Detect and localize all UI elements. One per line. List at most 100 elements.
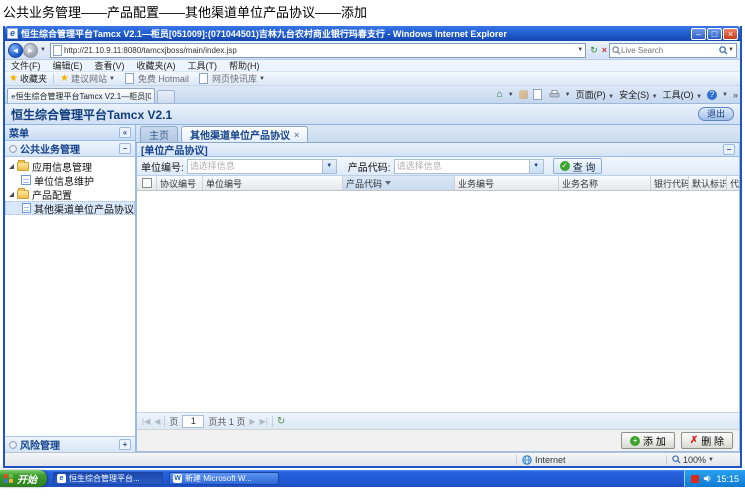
tab-home[interactable]: 主页: [140, 126, 178, 142]
expander-icon[interactable]: [9, 191, 14, 197]
taskbar-item-word[interactable]: W 新建 Microsoft W...: [169, 472, 279, 485]
unit-combo-dropdown-icon[interactable]: ▼: [321, 159, 336, 173]
unit-code-label: 单位编号:: [141, 162, 184, 174]
start-button[interactable]: 开始: [0, 470, 47, 487]
minimize-button[interactable]: –: [691, 27, 706, 40]
page-number-input[interactable]: [182, 414, 205, 428]
system-tray: 15:15: [684, 470, 745, 487]
help-dropdown-icon[interactable]: ▼: [722, 92, 728, 98]
close-button[interactable]: ×: [723, 27, 738, 40]
search-input[interactable]: [621, 45, 720, 55]
menu-bar: 文件(F) 编辑(E) 查看(V) 收藏夹(A) 工具(T) 帮助(H): [5, 60, 740, 72]
tools-menu[interactable]: 工具(O) ▼: [663, 88, 702, 101]
refresh-button[interactable]: ↻: [588, 43, 600, 58]
product-combo-dropdown-icon[interactable]: ▼: [528, 159, 543, 173]
col-business-name[interactable]: 业务名称: [559, 176, 651, 190]
accordion-collapse-icon[interactable]: −: [119, 143, 131, 154]
search-box[interactable]: ▼: [609, 42, 737, 58]
refresh-grid-icon[interactable]: ↻: [277, 416, 285, 427]
tree-node-other-channel-agreement[interactable]: 其他渠道单位产品协议: [5, 201, 135, 216]
menu-edit[interactable]: 编辑(E): [53, 59, 83, 72]
safety-menu[interactable]: 安全(S) ▼: [619, 88, 657, 101]
home-icon[interactable]: ⌂: [497, 89, 503, 100]
print-icon[interactable]: [549, 90, 560, 99]
delete-button[interactable]: ✗ 删 除: [680, 432, 733, 449]
first-page-icon[interactable]: |◀: [142, 417, 150, 426]
tab-close-icon[interactable]: ×: [294, 130, 299, 140]
print-dropdown-icon[interactable]: ▼: [565, 92, 571, 98]
unit-code-input[interactable]: [187, 161, 322, 171]
select-all-checkbox[interactable]: [141, 178, 152, 188]
webslice-link[interactable]: 网页快讯库 ▼: [212, 72, 265, 85]
unit-code-combo[interactable]: ▼: [186, 158, 337, 174]
tree-node-unit-info[interactable]: 单位信息维护: [5, 173, 135, 188]
browser-tab[interactable]: e 恒生综合管理平台Tamcx V2.1—柜员[051009]: [7, 88, 155, 103]
overflow-chevron-icon[interactable]: »: [733, 90, 738, 100]
zoom-dropdown-icon[interactable]: ▼: [708, 457, 714, 463]
stop-button[interactable]: ×: [600, 43, 609, 58]
product-code-input[interactable]: [394, 161, 529, 171]
menu-file[interactable]: 文件(F): [11, 59, 41, 72]
product-code-combo[interactable]: ▼: [393, 158, 544, 174]
suggested-sites-link[interactable]: 建议网站 ▼: [71, 72, 115, 85]
new-tab-button[interactable]: [157, 90, 175, 103]
col-product-code[interactable]: 产品代码: [343, 176, 455, 190]
menu-view[interactable]: 查看(V): [95, 59, 125, 72]
last-page-icon[interactable]: ▶|: [260, 417, 268, 426]
col-default-flag[interactable]: 默认标识: [689, 176, 727, 190]
menu-help[interactable]: 帮助(H): [229, 59, 260, 72]
query-button[interactable]: ✓ 查 询: [552, 158, 603, 174]
col-bank-code[interactable]: 银行代码: [651, 176, 689, 190]
menu-favorites[interactable]: 收藏夹(A): [137, 59, 176, 72]
history-dropdown-icon[interactable]: ▼: [38, 43, 48, 58]
menu-tools[interactable]: 工具(T): [188, 59, 218, 72]
tab-agreement[interactable]: 其他渠道单位产品协议 ×: [181, 126, 309, 142]
agreement-panel: [单位产品协议] − 单位编号: ▼ 产品代码:: [136, 143, 740, 452]
tree-node-product-config[interactable]: 产品配置: [5, 187, 135, 202]
back-button[interactable]: ◄: [8, 42, 23, 58]
accordion-public-business[interactable]: 公共业务管理 −: [5, 141, 135, 157]
col-business-no[interactable]: 业务编号: [455, 176, 559, 190]
forward-button[interactable]: ►: [23, 42, 38, 58]
sidebar-collapse-icon[interactable]: «: [119, 127, 131, 138]
help-icon[interactable]: ?: [707, 89, 718, 100]
security-zone: Internet: [516, 454, 666, 465]
taskbar-item-ie[interactable]: e 恒生综合管理平台...: [53, 472, 163, 485]
read-mail-icon[interactable]: [532, 89, 542, 100]
page-menu[interactable]: 页面(P) ▼: [576, 88, 614, 101]
maximize-button[interactable]: □: [707, 27, 722, 40]
accordion-risk-management[interactable]: 风险管理 +: [5, 436, 135, 452]
accordion-label: 公共业务管理: [20, 145, 80, 156]
logout-button[interactable]: 退出: [697, 107, 734, 121]
col-unit-no[interactable]: 单位编号: [203, 176, 343, 190]
address-input[interactable]: [63, 45, 578, 55]
panel-collapse-icon[interactable]: −: [723, 144, 735, 155]
hotmail-link[interactable]: 免费 Hotmail: [138, 72, 189, 85]
address-field[interactable]: ▼: [49, 42, 587, 58]
search-magnifier-icon[interactable]: [719, 45, 728, 55]
status-bar: Internet 100% ▼: [5, 452, 740, 466]
add-button[interactable]: + 添 加: [621, 432, 675, 449]
address-dropdown-icon[interactable]: ▼: [577, 47, 583, 53]
tray-app-icon[interactable]: [691, 474, 700, 483]
home-dropdown-icon[interactable]: ▼: [508, 92, 514, 98]
volume-icon[interactable]: [703, 474, 712, 483]
select-all-cell[interactable]: [137, 176, 157, 190]
window-titlebar[interactable]: e 恒生综合管理平台Tamcx V2.1—柜员[051009]:(0710445…: [5, 26, 740, 41]
expander-icon[interactable]: [9, 163, 14, 169]
clock[interactable]: 15:15: [716, 474, 739, 484]
col-agreement-no[interactable]: 协议编号: [157, 176, 203, 190]
app-title: 恒生综合管理平台Tamcx V2.1: [11, 107, 173, 122]
col-pay-flag[interactable]: 代付标志: [727, 176, 739, 190]
accordion-label: 风险管理: [20, 441, 60, 452]
next-page-icon[interactable]: ▶: [249, 417, 255, 426]
feed-icon[interactable]: [518, 90, 528, 99]
delete-x-icon: ✗: [689, 435, 699, 446]
prev-page-icon[interactable]: ◀: [154, 417, 160, 426]
accordion-expand-icon[interactable]: +: [119, 439, 131, 450]
favorites-button[interactable]: 收藏夹: [20, 72, 47, 85]
search-dropdown-icon[interactable]: ▼: [728, 47, 734, 53]
tree-node-app-info[interactable]: 应用信息管理: [5, 159, 135, 174]
zoom-control[interactable]: 100% ▼: [666, 454, 736, 465]
start-label: 开始: [17, 475, 37, 486]
